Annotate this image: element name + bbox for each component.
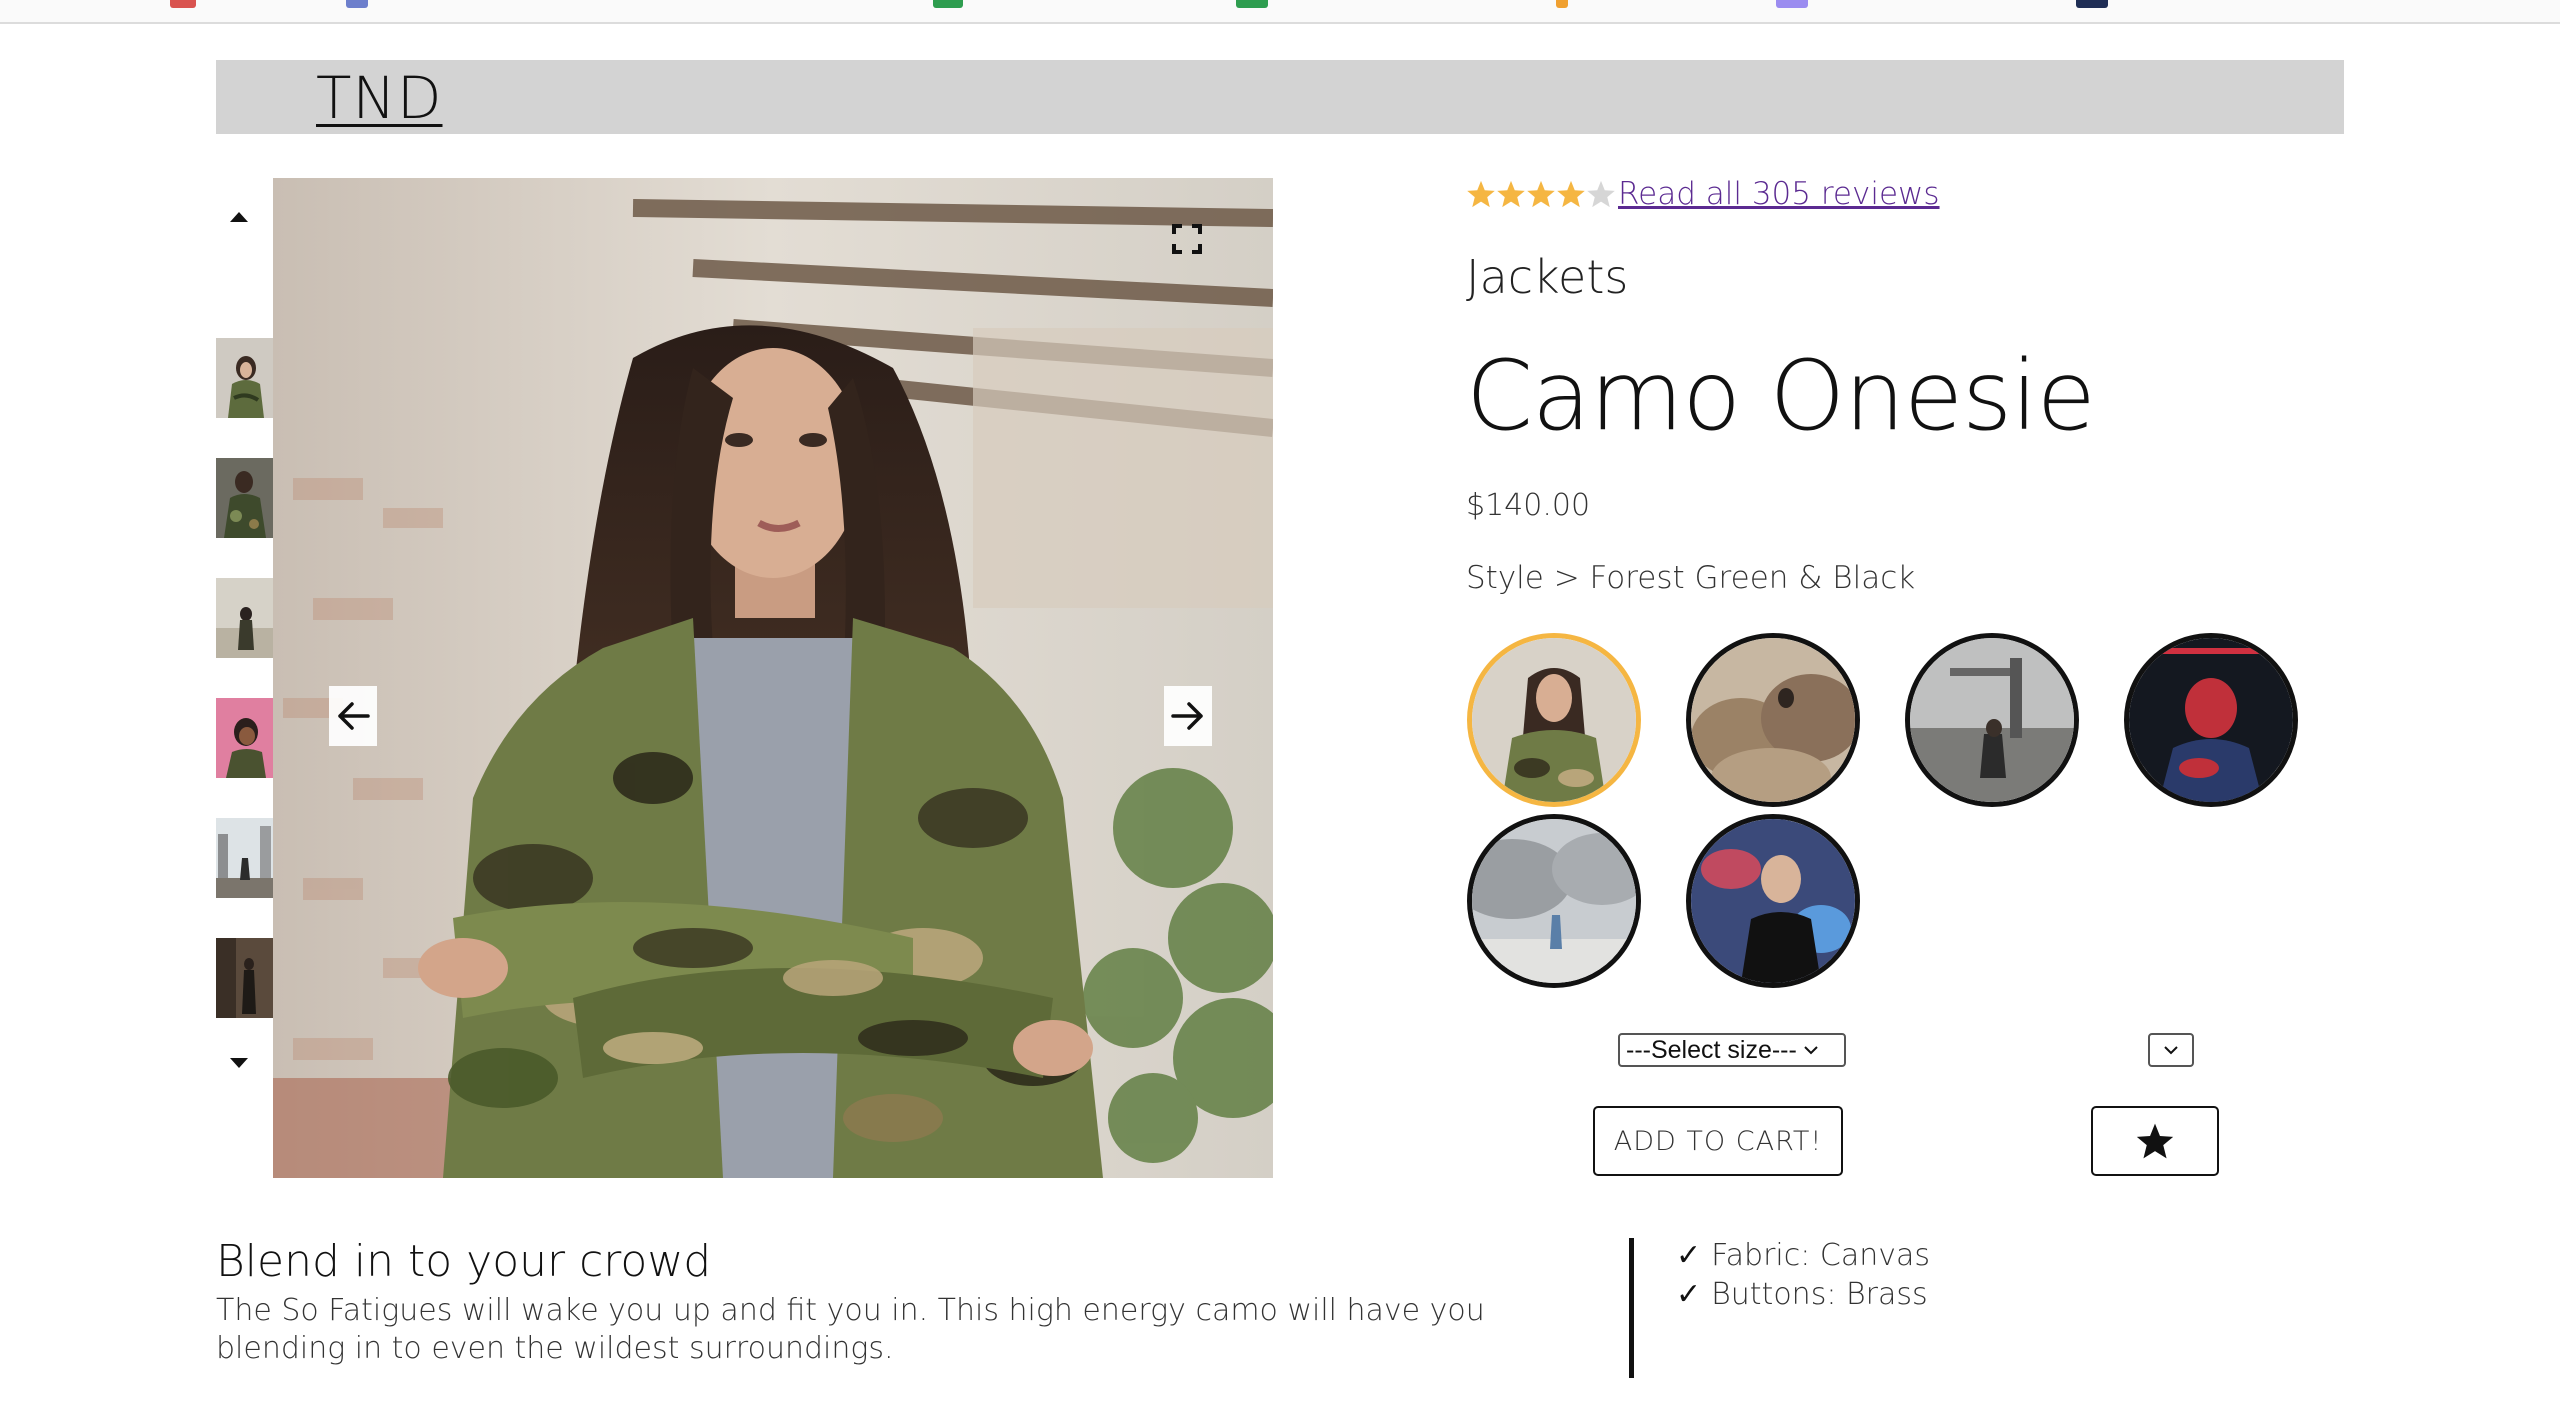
features-divider: [1629, 1238, 1634, 1378]
feature-text: Buttons: Brass: [1711, 1277, 1928, 1312]
thumbnail-3[interactable]: [216, 578, 273, 658]
thumbnail-image: [216, 338, 273, 418]
swatch-image: [1691, 638, 1855, 802]
thumbnail-image: [216, 698, 273, 778]
star-rating: [1466, 179, 1616, 209]
thumbnail-2[interactable]: [216, 458, 273, 538]
site-header: TND: [216, 60, 2344, 134]
quantity-select[interactable]: [2148, 1033, 2194, 1067]
swatch-image: [1910, 638, 2074, 802]
star-icon: [2136, 1123, 2174, 1159]
size-select[interactable]: ---Select size---: [1618, 1033, 1846, 1067]
style-swatch-1[interactable]: [1467, 633, 1641, 807]
main-product-image[interactable]: [273, 178, 1273, 1178]
bookmark-fragment: [1236, 0, 1268, 8]
star-icon: [1527, 180, 1555, 208]
browser-bookmarks-strip: [0, 0, 2560, 24]
previous-image-button[interactable]: [329, 686, 377, 746]
thumbnail-image: [216, 818, 273, 898]
star-icon: [1557, 180, 1585, 208]
product-photo: [273, 178, 1273, 1178]
product-price: $140.00: [1466, 488, 1591, 523]
star-icon: [1467, 180, 1495, 208]
add-to-cart-button[interactable]: ADD TO CART!: [1593, 1106, 1843, 1176]
thumbnail-5[interactable]: [216, 818, 273, 898]
description-heading: Blend in to your crowd: [216, 1236, 712, 1287]
bookmark-fragment: [2076, 0, 2108, 8]
swatch-image: [2129, 638, 2293, 802]
favorite-button[interactable]: [2091, 1106, 2219, 1176]
bookmark-fragment: [933, 0, 963, 8]
style-swatch-2[interactable]: [1686, 633, 1860, 807]
rating-row: Read all 305 reviews: [1466, 172, 1940, 216]
thumbnails-down-arrow-icon[interactable]: [230, 1058, 248, 1068]
add-to-cart-label: ADD TO CART!: [1613, 1125, 1823, 1157]
read-reviews-link[interactable]: Read all 305 reviews: [1618, 176, 1940, 212]
thumbnail-image: [216, 938, 273, 1018]
feature-text: Fabric: Canvas: [1711, 1238, 1930, 1273]
arrow-right-icon: [1171, 702, 1203, 730]
style-swatch-4[interactable]: [2124, 633, 2298, 807]
swatch-image: [1472, 638, 1636, 802]
thumbnail-image: [216, 578, 273, 658]
arrow-left-icon: [338, 702, 370, 730]
style-swatch-5[interactable]: [1467, 814, 1641, 988]
bookmark-fragment: [346, 0, 368, 8]
check-icon: ✓: [1676, 1277, 1702, 1312]
bookmark-fragment: [170, 0, 196, 8]
bookmark-fragment: [1556, 0, 1568, 8]
features-list: ✓ Fabric: Canvas ✓ Buttons: Brass: [1676, 1236, 1930, 1314]
thumbnails-up-arrow-icon[interactable]: [230, 212, 248, 222]
feature-item: ✓ Fabric: Canvas: [1676, 1236, 1930, 1275]
chevron-down-icon: [2164, 1046, 2178, 1055]
size-select-value: ---Select size---: [1626, 1035, 1797, 1064]
feature-item: ✓ Buttons: Brass: [1676, 1275, 1930, 1314]
bookmark-fragment: [1776, 0, 1808, 8]
product-category: Jackets: [1466, 250, 1629, 304]
chevron-down-icon: [1804, 1046, 1818, 1055]
site-logo[interactable]: TND: [316, 64, 442, 132]
swatch-image: [1691, 819, 1855, 983]
star-icon: [1587, 180, 1615, 208]
thumbnail-1[interactable]: [216, 338, 273, 418]
check-icon: ✓: [1676, 1238, 1702, 1273]
product-title: Camo Onesie: [1466, 340, 2096, 452]
style-swatch-6[interactable]: [1686, 814, 1860, 988]
style-swatch-3[interactable]: [1905, 633, 2079, 807]
star-icon: [1497, 180, 1525, 208]
next-image-button[interactable]: [1164, 686, 1212, 746]
description-body: The So Fatigues will wake you up and fit…: [216, 1293, 1485, 1366]
thumbnail-4[interactable]: [216, 698, 273, 778]
thumbnail-image: [216, 458, 273, 538]
selected-style-label: Style > Forest Green & Black: [1466, 560, 1916, 596]
swatch-image: [1472, 819, 1636, 983]
thumbnail-6[interactable]: [216, 938, 273, 1018]
fullscreen-icon[interactable]: [1172, 224, 1202, 254]
